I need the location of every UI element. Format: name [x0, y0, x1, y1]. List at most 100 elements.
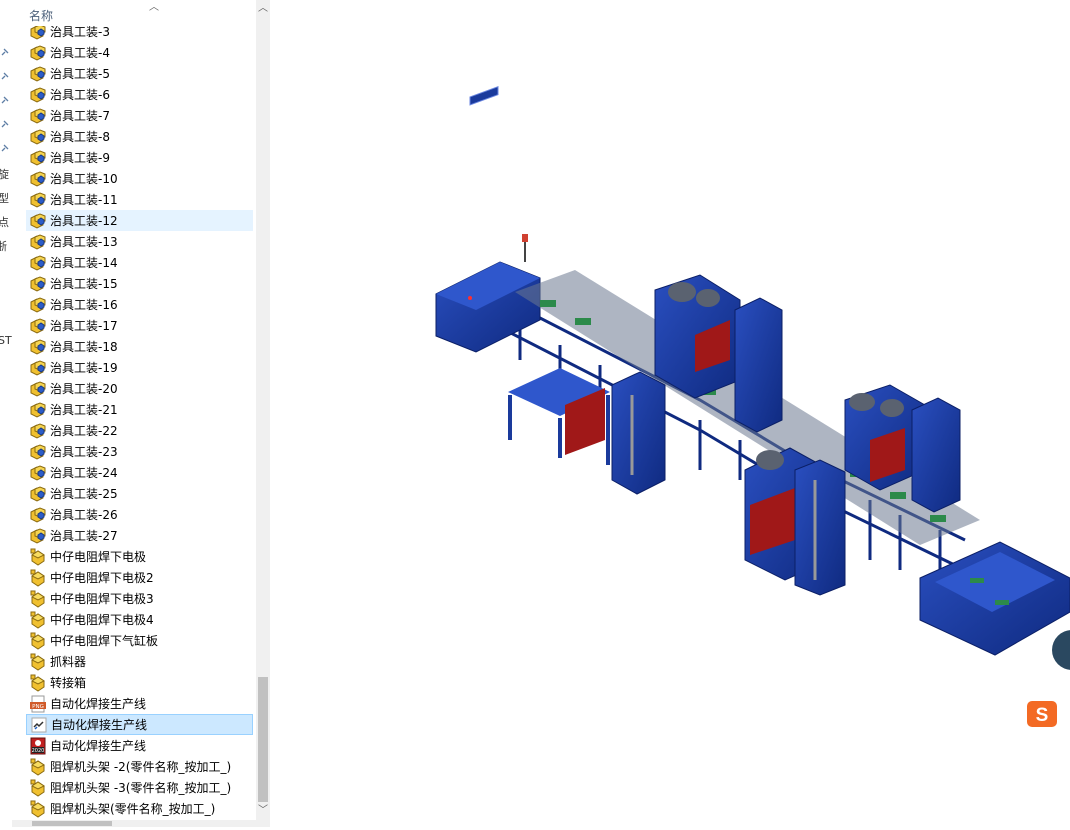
list-item[interactable]: 治具工装-11: [26, 189, 253, 210]
scrollbar-thumb[interactable]: [258, 677, 268, 802]
list-item[interactable]: 治具工装-25: [26, 483, 253, 504]
list-item[interactable]: 治具工装-16: [26, 294, 253, 315]
file-name: 阻焊机头架(零件名称_按加工_): [50, 802, 216, 816]
file-name: 抓料器: [50, 655, 87, 669]
file-name: 阻焊机头架 -2(零件名称_按加工_): [50, 760, 232, 774]
file-list: 治具工装-3 治具工装-4 治具工装-5 治具工装-6 治具工装-7 治具工装-8 治具工装…: [12, 26, 256, 822]
list-item[interactable]: 中仔电阻焊下电极3: [26, 588, 253, 609]
part-icon: [26, 611, 50, 629]
list-item[interactable]: 治具工装-8: [26, 126, 253, 147]
scroll-up-arrow-icon[interactable]: ︿: [256, 0, 270, 17]
file-name: 治具工装-11: [50, 193, 118, 207]
part-icon: [26, 632, 50, 650]
list-item[interactable]: 抓料器: [26, 651, 253, 672]
list-item[interactable]: 治具工装-14: [26, 252, 253, 273]
file-name: 治具工装-17: [50, 319, 118, 333]
pin-icon[interactable]: [1, 72, 9, 80]
horizontal-scrollbar[interactable]: [12, 820, 270, 827]
list-item[interactable]: 治具工装-12: [26, 210, 253, 231]
file-name: 治具工装-13: [50, 235, 118, 249]
list-item[interactable]: 中仔电阻焊下电极: [26, 546, 253, 567]
png-file-icon: PNG: [26, 695, 50, 713]
list-item[interactable]: 治具工装-3: [26, 26, 253, 42]
assembly-icon: [26, 128, 50, 146]
file-name: 阻焊机头架 -3(零件名称_按加工_): [50, 781, 232, 795]
file-name: 治具工装-21: [50, 403, 118, 417]
file-name: 治具工装-20: [50, 382, 118, 396]
vertical-scrollbar[interactable]: ︿ ﹀: [256, 0, 270, 820]
file-name: 治具工装-24: [50, 466, 118, 480]
assembly-icon: [26, 233, 50, 251]
file-name: 治具工装-15: [50, 277, 118, 291]
file-name: 治具工装-14: [50, 256, 118, 270]
list-item[interactable]: 转接箱: [26, 672, 253, 693]
pin-icon[interactable]: [1, 120, 9, 128]
list-item[interactable]: 治具工装-20: [26, 378, 253, 399]
list-item[interactable]: 治具工装-5: [26, 63, 253, 84]
list-item[interactable]: 中仔电阻焊下气缸板: [26, 630, 253, 651]
scroll-down-arrow-icon[interactable]: ﹀: [256, 802, 270, 819]
file-name: 中仔电阻焊下气缸板: [50, 634, 159, 648]
list-item[interactable]: 治具工装-4: [26, 42, 253, 63]
file-name: 治具工装-12: [50, 214, 118, 228]
assembly-icon: [26, 506, 50, 524]
list-item[interactable]: 2020 自动化焊接生产线: [26, 735, 253, 756]
list-item[interactable]: PNG 自动化焊接生产线: [26, 693, 253, 714]
svg-text:2020: 2020: [32, 748, 45, 754]
assembly-icon: [26, 443, 50, 461]
list-item[interactable]: 治具工装-18: [26, 336, 253, 357]
nav-label[interactable]: 型: [0, 190, 9, 206]
assembly-icon: [26, 26, 50, 41]
file-name: 治具工装-3: [50, 26, 110, 39]
svg-text:PNG: PNG: [32, 704, 44, 710]
pin-icon[interactable]: [1, 144, 9, 152]
list-item[interactable]: 治具工装-15: [26, 273, 253, 294]
list-item[interactable]: 治具工装-27: [26, 525, 253, 546]
pin-icon[interactable]: [1, 48, 9, 56]
assembly-icon: [26, 380, 50, 398]
list-item[interactable]: 治具工装-22: [26, 420, 253, 441]
pin-icon[interactable]: [1, 96, 9, 104]
list-item[interactable]: 治具工装-6: [26, 84, 253, 105]
list-item[interactable]: 中仔电阻焊下电极2: [26, 567, 253, 588]
column-header[interactable]: ︿ 名称: [12, 0, 256, 26]
list-item[interactable]: 治具工装-26: [26, 504, 253, 525]
list-item[interactable]: 中仔电阻焊下电极4: [26, 609, 253, 630]
assembly-icon: [26, 107, 50, 125]
model-preview-viewport: [270, 0, 1070, 827]
nav-label[interactable]: 旋: [0, 166, 9, 182]
part-icon: [26, 674, 50, 692]
left-nav-strip: 旋 型 点 浙 ST: [0, 0, 12, 827]
file-name: 治具工装-22: [50, 424, 118, 438]
nav-label[interactable]: 点: [0, 214, 9, 230]
assembly-icon: [26, 485, 50, 503]
nav-label[interactable]: ST: [0, 334, 12, 347]
list-item[interactable]: 阻焊机头架(零件名称_按加工_): [26, 798, 253, 819]
assembly-icon: [26, 191, 50, 209]
file-name: 自动化焊接生产线: [50, 697, 147, 711]
list-item[interactable]: 治具工装-23: [26, 441, 253, 462]
list-item[interactable]: 阻焊机头架 -3(零件名称_按加工_): [26, 777, 253, 798]
file-name: 治具工装-6: [50, 88, 110, 102]
nav-label[interactable]: 浙: [0, 238, 7, 254]
list-item[interactable]: 治具工装-21: [26, 399, 253, 420]
file-list-pane: ︿ 名称 治具工装-3 治具工装-4 治具工装-5 治具工装-6 治具工装-7 治具工装-…: [12, 0, 270, 827]
h-scrollbar-thumb[interactable]: [32, 821, 112, 826]
assembly-icon: [26, 527, 50, 545]
list-item[interactable]: 治具工装-13: [26, 231, 253, 252]
list-item[interactable]: 治具工装-24: [26, 462, 253, 483]
part-icon: [26, 800, 50, 818]
sogou-ime-icon[interactable]: S: [1027, 701, 1057, 727]
file-name: 治具工装-19: [50, 361, 118, 375]
assembly-icon: [26, 296, 50, 314]
list-item[interactable]: 阻焊机头架 -2(零件名称_按加工_): [26, 756, 253, 777]
list-item[interactable]: 治具工装-19: [26, 357, 253, 378]
file-name: 中仔电阻焊下电极4: [50, 613, 154, 627]
name-column-header[interactable]: 名称: [29, 7, 53, 24]
list-item[interactable]: 治具工装-10: [26, 168, 253, 189]
file-name: 治具工装-26: [50, 508, 118, 522]
list-item[interactable]: 治具工装-17: [26, 315, 253, 336]
list-item[interactable]: 治具工装-9: [26, 147, 253, 168]
list-item[interactable]: 自动化焊接生产线: [26, 714, 253, 735]
list-item[interactable]: 治具工装-7: [26, 105, 253, 126]
